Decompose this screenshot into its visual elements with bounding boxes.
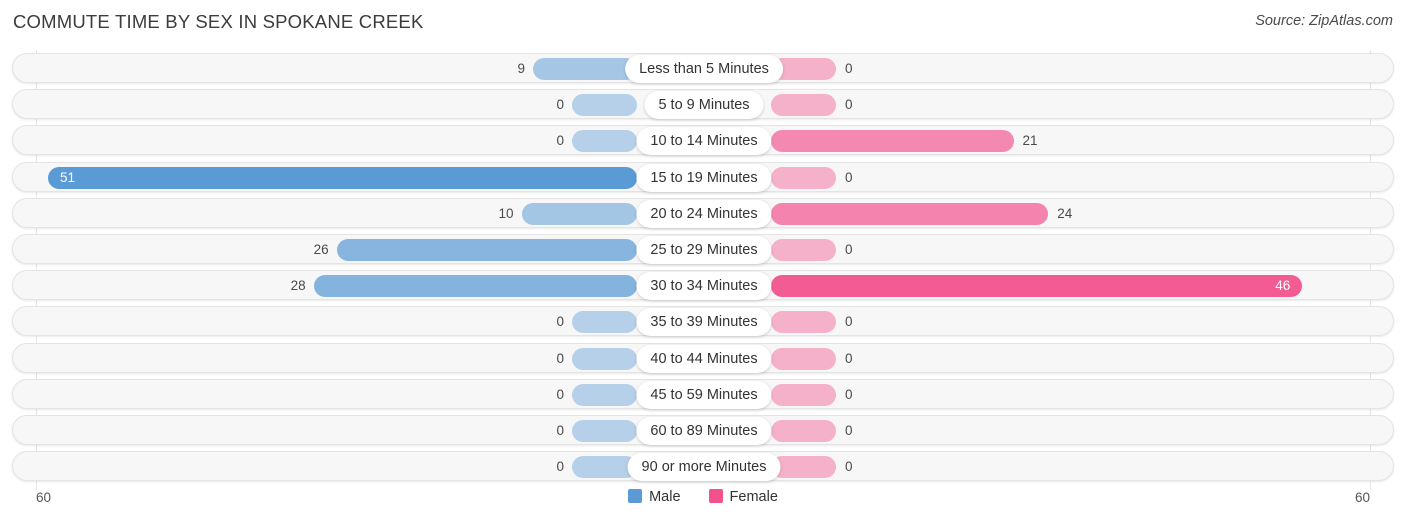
- legend-item-male[interactable]: Male: [628, 489, 681, 505]
- row-bars: 0 21 10 to 14 Minutes: [1, 126, 1406, 156]
- category-label: 45 to 59 Minutes: [636, 380, 772, 409]
- bar-male[interactable]: [572, 130, 637, 153]
- category-label: 35 to 39 Minutes: [636, 308, 772, 337]
- chart-footer: 60 60 Male Female: [0, 486, 1406, 523]
- bar-female[interactable]: [771, 166, 836, 189]
- category-label: 30 to 34 Minutes: [636, 272, 772, 301]
- table-row[interactable]: 28 46 30 to 34 Minutes: [12, 270, 1394, 301]
- bar-male[interactable]: [572, 94, 637, 117]
- category-label: 10 to 14 Minutes: [636, 127, 772, 156]
- bar-value-male: 0: [556, 386, 564, 402]
- bar-female[interactable]: [771, 383, 836, 406]
- table-row[interactable]: 0 0 45 to 59 Minutes: [12, 378, 1394, 409]
- row-bars: 0 0 90 or more Minutes: [1, 452, 1406, 482]
- legend-label-female: Female: [729, 489, 778, 505]
- category-label: 20 to 24 Minutes: [636, 199, 772, 228]
- bar-female[interactable]: [771, 202, 1049, 225]
- bar-value-male: 0: [556, 423, 564, 438]
- bar-male[interactable]: [47, 166, 637, 189]
- table-row[interactable]: 0 0 35 to 39 Minutes: [12, 306, 1394, 337]
- row-bars: 0 0 40 to 44 Minutes: [1, 344, 1406, 374]
- row-bars: 9 0 Less than 5 Minutes: [1, 54, 1406, 84]
- bar-value-male: 0: [556, 133, 564, 149]
- bar-male[interactable]: [572, 347, 637, 370]
- table-row[interactable]: 10 24 20 to 24 Minutes: [12, 197, 1394, 228]
- category-label: 40 to 44 Minutes: [636, 344, 772, 373]
- bar-female[interactable]: [771, 420, 836, 442]
- bar-value-female: 0: [845, 242, 853, 257]
- row-bars: 26 0 25 to 29 Minutes: [1, 235, 1406, 265]
- legend-swatch-male-icon: [628, 489, 643, 503]
- bar-male[interactable]: [572, 311, 637, 334]
- bar-male[interactable]: [336, 239, 637, 261]
- bar-value-male: 9: [517, 61, 526, 76]
- bar-value-male: 51: [59, 169, 75, 185]
- bar-value-female: 0: [845, 423, 853, 438]
- bar-female[interactable]: [771, 239, 836, 261]
- bar-female[interactable]: [771, 275, 1303, 298]
- bar-value-male: 0: [556, 97, 564, 113]
- row-bars: 0 0 60 to 89 Minutes: [1, 416, 1406, 446]
- bar-value-female: 0: [845, 97, 853, 113]
- bar-female[interactable]: [771, 130, 1014, 153]
- bar-male[interactable]: [533, 58, 637, 80]
- category-label: 15 to 19 Minutes: [636, 163, 772, 192]
- row-bars: 10 24 20 to 24 Minutes: [1, 199, 1406, 229]
- bar-value-male: 10: [498, 205, 514, 221]
- bar-value-female: 0: [845, 169, 853, 185]
- category-label: 25 to 29 Minutes: [636, 236, 772, 264]
- legend-label-male: Male: [649, 489, 681, 505]
- bar-value-female: 0: [845, 459, 853, 475]
- page-title: COMMUTE TIME BY SEX IN SPOKANE CREEK: [13, 11, 424, 32]
- bar-male[interactable]: [521, 202, 637, 225]
- category-label: 60 to 89 Minutes: [636, 417, 772, 445]
- chart-header: COMMUTE TIME BY SEX IN SPOKANE CREEK Sou…: [0, 0, 1406, 46]
- table-row[interactable]: 0 0 40 to 44 Minutes: [12, 342, 1394, 373]
- table-row[interactable]: 9 0 Less than 5 Minutes: [12, 53, 1394, 83]
- bar-value-female: 0: [845, 314, 853, 330]
- category-label: 5 to 9 Minutes: [644, 91, 764, 120]
- bar-female[interactable]: [771, 311, 836, 334]
- bar-female[interactable]: [771, 456, 836, 479]
- bar-value-male: 0: [556, 350, 564, 366]
- bar-value-male: 0: [556, 314, 564, 330]
- legend-swatch-female-icon: [708, 489, 723, 503]
- bar-value-female: 46: [1275, 278, 1291, 294]
- bar-female[interactable]: [771, 347, 836, 370]
- table-row[interactable]: 0 0 5 to 9 Minutes: [12, 89, 1394, 120]
- bar-value-female: 24: [1057, 205, 1073, 221]
- table-row[interactable]: 26 0 25 to 29 Minutes: [12, 234, 1394, 264]
- bar-female[interactable]: [771, 94, 836, 117]
- row-bars: 28 46 30 to 34 Minutes: [1, 271, 1406, 301]
- bar-male[interactable]: [572, 383, 637, 406]
- category-label: 90 or more Minutes: [627, 453, 781, 482]
- category-label: Less than 5 Minutes: [625, 55, 783, 83]
- table-row[interactable]: 0 21 10 to 14 Minutes: [12, 125, 1394, 156]
- row-bars: 0 0 35 to 39 Minutes: [1, 307, 1406, 337]
- bar-male[interactable]: [313, 275, 637, 298]
- bar-male[interactable]: [572, 420, 637, 442]
- row-bars: 51 0 15 to 19 Minutes: [1, 163, 1406, 193]
- bar-value-male: 0: [556, 459, 564, 475]
- bar-value-female: 0: [845, 350, 853, 366]
- table-row[interactable]: 0 0 60 to 89 Minutes: [12, 415, 1394, 445]
- table-row[interactable]: 0 0 90 or more Minutes: [12, 451, 1394, 482]
- bar-value-male: 26: [313, 242, 329, 257]
- table-row[interactable]: 51 0 15 to 19 Minutes: [12, 161, 1394, 192]
- source-attribution: Source: ZipAtlas.com: [1255, 13, 1393, 29]
- bar-value-male: 28: [290, 278, 306, 294]
- bar-value-female: 21: [1022, 133, 1038, 149]
- legend-item-female[interactable]: Female: [708, 489, 778, 505]
- row-bars: 0 0 5 to 9 Minutes: [1, 90, 1406, 120]
- row-bars: 0 0 45 to 59 Minutes: [1, 380, 1406, 410]
- bar-value-female: 0: [845, 61, 853, 76]
- chart-plot-area: 9 0 Less than 5 Minutes 0 0 5 to 9 Minutes 0 21…: [0, 50, 1406, 490]
- chart-legend: Male Female: [0, 489, 1406, 505]
- bar-value-female: 0: [845, 386, 853, 402]
